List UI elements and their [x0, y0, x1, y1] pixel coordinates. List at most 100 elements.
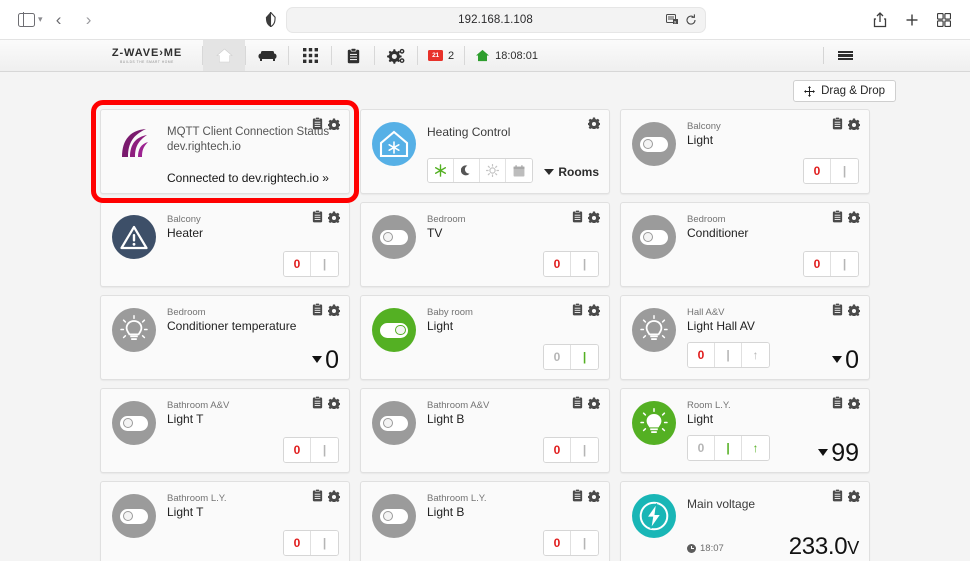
clipboard-icon[interactable] — [832, 489, 843, 502]
chevron-down-icon[interactable]: ▾ — [38, 14, 43, 25]
address-bar[interactable]: 192.168.1.108 x — [285, 6, 706, 33]
device-icon[interactable] — [632, 401, 676, 445]
clipboard-icon[interactable] — [572, 396, 583, 409]
nav-item-apps[interactable] — [289, 40, 331, 71]
on-button[interactable]: | — [311, 252, 338, 276]
gear-icon[interactable] — [848, 117, 860, 130]
card-bathroom-ly-light-b[interactable]: Bathroom L.Y. Light B 0 | — [360, 481, 610, 561]
clipboard-icon[interactable] — [312, 396, 323, 409]
gear-icon[interactable] — [848, 489, 860, 502]
off-button[interactable]: 0 — [804, 159, 831, 183]
hamburger-menu-icon[interactable] — [828, 40, 862, 71]
clipboard-icon[interactable] — [572, 489, 583, 502]
gear-icon[interactable] — [588, 303, 600, 316]
card-hall-av-light-hall-av[interactable]: Hall A&V Light Hall AV 0 | ↑ 0 — [620, 295, 870, 380]
card-bedroom-conditioner[interactable]: Bedroom Conditioner 0 | — [620, 202, 870, 287]
gear-icon[interactable] — [328, 117, 340, 130]
sensor-value[interactable]: 99 — [818, 436, 859, 470]
on-button[interactable]: | — [831, 252, 858, 276]
device-icon[interactable] — [632, 308, 676, 352]
forward-arrow-icon[interactable]: › — [75, 7, 103, 33]
gear-icon[interactable] — [588, 117, 600, 129]
drag-drop-button[interactable]: Drag & Drop — [793, 80, 896, 102]
dim-up-button[interactable]: ↑ — [742, 436, 769, 460]
device-icon[interactable] — [112, 308, 156, 352]
nav-item-furniture[interactable] — [246, 40, 288, 71]
device-icon[interactable] — [632, 215, 676, 259]
off-button[interactable]: 0 — [284, 531, 311, 555]
brand-logo[interactable]: Z-WAVE›ME BUILDS THE SMART HOME — [92, 40, 202, 71]
share-icon[interactable] — [866, 7, 894, 33]
card-main-voltage[interactable]: Main voltage 18:07 233.0V — [620, 481, 870, 561]
card-bathroom-ly-light-t[interactable]: Bathroom L.Y. Light T 0 | — [100, 481, 350, 561]
clipboard-icon[interactable] — [312, 117, 323, 130]
gear-icon[interactable] — [328, 303, 340, 316]
gear-icon[interactable] — [328, 210, 340, 223]
dim-up-button[interactable]: ↑ — [742, 343, 769, 367]
off-button[interactable]: 0 — [544, 345, 571, 369]
clipboard-icon[interactable] — [832, 117, 843, 130]
device-icon[interactable] — [112, 215, 156, 259]
shield-privacy-icon[interactable] — [265, 12, 276, 27]
sensor-value[interactable]: 0 — [312, 343, 339, 377]
card-room-ly-light[interactable]: Room L.Y. Light 0 | ↑ 99 — [620, 388, 870, 473]
card-mqtt-client-connection-status[interactable]: MQTT Client Connection Status dev.righte… — [91, 100, 359, 203]
device-icon[interactable] — [632, 122, 676, 166]
gear-icon[interactable] — [328, 396, 340, 409]
off-button[interactable]: 0 — [544, 438, 571, 462]
card-bedroom-conditioner-temperature[interactable]: Bedroom Conditioner temperature 0 — [100, 295, 350, 380]
off-button[interactable]: 0 — [544, 531, 571, 555]
off-button[interactable]: 0 — [544, 252, 571, 276]
card-balcony-heater[interactable]: Balcony Heater 0 | — [100, 202, 350, 287]
gear-icon[interactable] — [328, 489, 340, 502]
device-icon[interactable] — [372, 401, 416, 445]
gear-icon[interactable] — [588, 489, 600, 502]
off-button[interactable]: 0 — [688, 343, 715, 367]
clipboard-icon[interactable] — [572, 210, 583, 223]
nav-item-settings[interactable] — [375, 40, 417, 71]
mode-button-schedule[interactable] — [506, 159, 532, 182]
on-button[interactable]: | — [831, 159, 858, 183]
clipboard-icon[interactable] — [312, 489, 323, 502]
nav-item-home[interactable] — [203, 40, 245, 71]
device-icon[interactable] — [372, 215, 416, 259]
reload-icon[interactable] — [685, 13, 697, 26]
mode-button-day[interactable] — [480, 159, 506, 182]
on-button[interactable]: | — [715, 343, 742, 367]
card-status-link[interactable]: Connected to dev.rightech.io » — [167, 171, 338, 185]
mode-button-night[interactable] — [454, 159, 480, 182]
on-button[interactable]: | — [311, 531, 338, 555]
card-baby-room-light[interactable]: Baby room Light 0 | — [360, 295, 610, 380]
on-button[interactable]: | — [571, 438, 598, 462]
device-icon[interactable] — [112, 401, 156, 445]
gear-icon[interactable] — [848, 210, 860, 223]
clipboard-icon[interactable] — [832, 303, 843, 316]
clipboard-icon[interactable] — [832, 210, 843, 223]
off-button[interactable]: 0 — [804, 252, 831, 276]
on-button[interactable]: | — [311, 438, 338, 462]
gear-icon[interactable] — [588, 210, 600, 223]
sidebar-toggle-icon[interactable] — [12, 7, 40, 33]
reader-view-icon[interactable]: x — [665, 14, 679, 25]
on-button[interactable]: | — [571, 345, 598, 369]
off-button[interactable]: 0 — [284, 252, 311, 276]
off-button[interactable]: 0 — [688, 436, 715, 460]
on-button[interactable]: | — [571, 252, 598, 276]
nav-item-events[interactable] — [332, 40, 374, 71]
card-balcony-light[interactable]: Balcony Light 0 | — [620, 109, 870, 194]
on-button[interactable]: | — [571, 531, 598, 555]
clipboard-icon[interactable] — [312, 210, 323, 223]
notification-counter[interactable]: 21 2 — [418, 40, 464, 71]
show-all-tabs-icon[interactable] — [930, 7, 958, 33]
back-arrow-icon[interactable]: ‹ — [45, 7, 73, 33]
mode-button-frost-protection[interactable] — [428, 159, 454, 182]
clipboard-icon[interactable] — [312, 303, 323, 316]
device-icon[interactable] — [112, 494, 156, 538]
plus-new-tab-icon[interactable] — [898, 7, 926, 33]
clipboard-icon[interactable] — [572, 303, 583, 316]
off-button[interactable]: 0 — [284, 438, 311, 462]
gear-icon[interactable] — [848, 396, 860, 409]
gear-icon[interactable] — [588, 396, 600, 409]
clipboard-icon[interactable] — [832, 396, 843, 409]
on-button[interactable]: | — [715, 436, 742, 460]
